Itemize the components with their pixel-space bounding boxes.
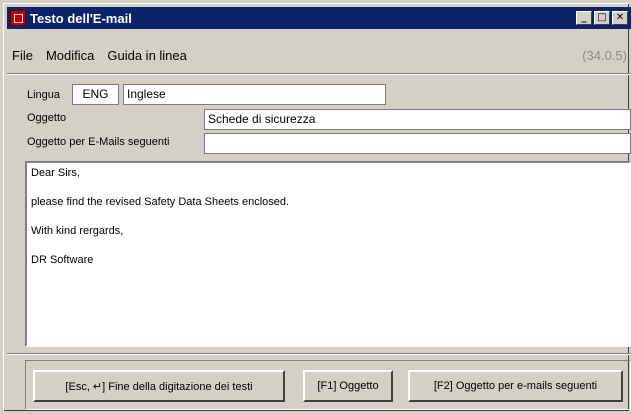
oggetto-button[interactable]: [F1] Oggetto [303,370,393,402]
finish-editing-button[interactable]: [Esc, ↵] Fine della digitazione dei test… [33,370,285,402]
menu-bar: File Modifica Guida in linea (34.0.5) [7,44,631,66]
body-line: Dear Sirs, [31,167,80,179]
email-body-textarea[interactable]: Dear Sirs, please find the revised Safet… [25,161,631,347]
email-text-window: Testo dell'E-mail _ □ ✕ File Modifica Gu… [0,0,632,414]
version-label: (34.0.5) [582,47,627,63]
maximize-button[interactable]: □ [594,11,610,25]
title-bar[interactable]: Testo dell'E-mail _ □ ✕ [7,7,631,29]
menu-separator [7,73,631,75]
oggetto-seguenti-label: Oggetto per E-Mails seguenti [27,136,170,148]
app-icon [10,10,26,26]
body-line: DR Software [31,254,94,266]
lingua-label: Lingua [27,89,61,101]
bottom-separator [7,353,631,355]
menu-modifica[interactable]: Modifica [46,48,94,63]
lingua-code-field[interactable]: ENG [72,84,119,105]
oggetto-seguenti-button[interactable]: [F2] Oggetto per e-mails seguenti [408,370,623,402]
body-line: With kind rergards, [31,225,124,237]
oggetto-label: Oggetto [27,112,67,124]
menu-guida[interactable]: Guida in linea [107,48,187,63]
window-title: Testo dell'E-mail [30,10,132,26]
minimize-button[interactable]: _ [576,11,592,25]
body-line: please find the revised Safety Data Shee… [31,196,290,208]
oggetto-seguenti-field[interactable] [204,133,631,154]
close-button[interactable]: ✕ [612,11,628,25]
lingua-name-field[interactable]: Inglese [123,84,386,105]
oggetto-field[interactable]: Schede di sicurezza [204,109,631,130]
menu-file[interactable]: File [12,48,33,63]
